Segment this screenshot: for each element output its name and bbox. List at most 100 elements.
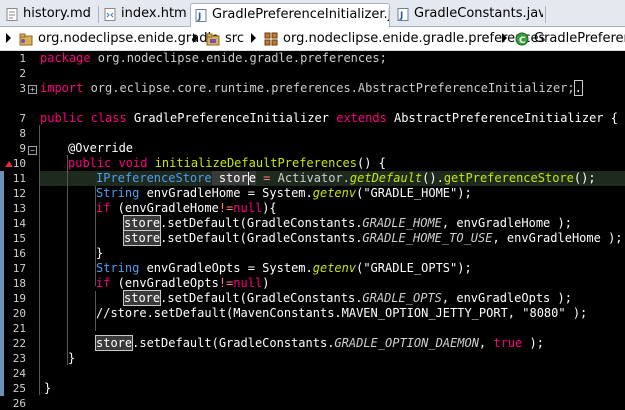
code-text: ){ [262,201,277,215]
breadcrumb-item-project[interactable]: org.nodeclipse.enide.gradle [19,30,219,48]
code-line-20: //store.setDefault(MavenConstants.MAVEN_… [96,306,587,321]
variable-occurrence: store [122,290,162,306]
keyword: import [40,81,84,95]
variable-occurrence: store [122,215,162,231]
line-number: 13 [12,202,26,215]
line-number: 25 [12,382,26,395]
tab-gradle-constants[interactable]: J GradleConstants.java [393,3,543,27]
svg-text:J: J [197,12,201,22]
class-icon: C [515,32,529,46]
line-number: 18 [12,277,26,290]
breadcrumb-label: GradlePreference [534,31,625,46]
code-line-3: import org.eclipse.core.runtime.preferen… [40,80,583,96]
line-number-ruler[interactable]: 1 2 3 7 8 9 10 11 12 13 14 15 16 17 18 19 20 21 22 23 24 25 26… [0,51,40,410]
folded-imports-marker[interactable]: . [573,80,583,96]
code-text: .setDefault(GradleConstants. [160,291,363,305]
breadcrumb-arrow-icon[interactable] [251,33,256,43]
keyword: if [96,201,111,215]
code-text: ); [522,336,544,350]
code-text: org.nodeclipse.enide.gradle.preferences; [90,51,387,65]
line-number: 12 [12,187,26,200]
static-method: getenv [312,261,357,275]
code-text: envGradleOpts = System. [139,261,313,275]
breadcrumb-item-package[interactable]: org.nodeclipse.enide.gradle.preferences [264,30,545,48]
line-number: 22 [12,337,26,350]
html-file-icon [104,8,116,21]
code-text: } [96,246,104,260]
markdown-file-icon [6,8,18,21]
breadcrumb-arrow-icon[interactable] [502,33,507,43]
code-line-10: public void initializeDefaultPreferences… [68,156,386,171]
code-text: (envGradleHome [110,201,219,215]
code-line-16: } [96,246,103,261]
code-text: , [478,336,494,350]
breadcrumb-item-src[interactable]: src [206,30,256,48]
svg-text:J: J [399,11,403,21]
java-file-icon: J [195,9,207,22]
keyword: true [493,336,523,350]
constant: GRADLE_OPTION_DAEMON [334,336,479,350]
type-name: String [96,261,140,275]
code-text: ("GRADLE_HOME"); [356,186,472,200]
code-line-9: @Override [68,141,133,156]
collapse-fold-icon[interactable]: − [28,146,37,155]
tab-label: GradlePreferenceInitializer.java [212,7,389,22]
code-text: , envGradleOpts ); [441,291,572,305]
code-text: () { [357,156,386,170]
operator: != [218,201,234,215]
code-line-17: String envGradleOpts = System.getenv("GR… [96,261,472,276]
variable-occurrence: e [248,171,256,185]
tab-index-html[interactable]: index.html [100,3,188,27]
expand-fold-icon[interactable]: + [28,85,37,94]
breadcrumb-arrow-icon[interactable] [193,33,198,43]
editor-tab-bar: history.md index.html J GradlePreference… [0,0,625,27]
code-text: .setDefault(GradleConstants. [132,336,335,350]
line-number: 21 [12,322,26,335]
keyword: package [40,51,91,65]
breadcrumb-arrow-icon[interactable] [6,33,11,43]
code-text: , envGradleHome ); [492,231,623,245]
line-number: 3 [19,82,26,95]
tab-separator [98,6,99,23]
tab-gradle-preference-initializer[interactable]: J GradlePreferenceInitializer.java [190,3,390,27]
java-code-editor[interactable]: 1 2 3 7 8 9 10 11 12 13 14 15 16 17 18 19 20 21 22 23 24 25 26… [0,51,625,410]
indent-guide [67,155,68,365]
variable-occurrence: store [122,230,162,246]
variable-occurrence: stor [211,171,248,185]
keyword: if [96,276,111,290]
tab-history-md[interactable]: history.md [2,3,96,27]
code-text: } [68,351,76,365]
code-text: (envGradleOpts [110,276,219,290]
code-area[interactable]: package org.nodeclipse.enide.gradle.pref… [39,51,625,407]
constant: GRADLE_OPTS [362,291,442,305]
tab-label: index.html [121,6,188,21]
comment: //store.setDefault(MavenConstants.MAVEN_… [96,306,588,320]
code-line-18: if (envGradleOpts!=null) [96,276,269,291]
code-line-14: store.setDefault(GradleConstants.GRADLE_… [122,215,572,231]
breadcrumb: org.nodeclipse.enide.gradle src org.node… [0,27,625,51]
project-icon [19,33,33,46]
source-folder-icon [206,33,220,46]
code-text: ("GRADLE_OPTS"); [356,261,472,275]
code-line-11: IPreferenceStore store = Activator.getDe… [96,171,596,186]
line-number: 15 [12,232,26,245]
breadcrumb-item-class[interactable]: C GradlePreference [515,30,625,48]
variable-occurrence: store [94,335,134,351]
keyword: public void [68,156,148,170]
tab-label: history.md [23,6,91,21]
breadcrumb-label: src [225,31,244,46]
line-number: 23 [12,352,26,365]
type-name: String [96,186,140,200]
keyword: public class [40,111,127,125]
code-line-15: store.setDefault(GradleConstants.GRADLE_… [122,230,623,246]
class-name: AbstractPreferenceInitializer { [386,111,618,125]
code-text: org.eclipse.core.runtime.preferences.Abs… [83,81,575,95]
annotation: @Override [68,141,134,155]
tab-label: GradleConstants.java [414,6,543,21]
line-number: 16 [12,247,26,260]
method-name: initializeDefaultPreferences [147,156,357,170]
line-number: 26 [12,397,26,410]
line-number: 11 [12,172,26,185]
method-name: getPreferenceStore [443,171,574,185]
code-line-19: store.setDefault(GradleConstants.GRADLE_… [122,290,572,306]
